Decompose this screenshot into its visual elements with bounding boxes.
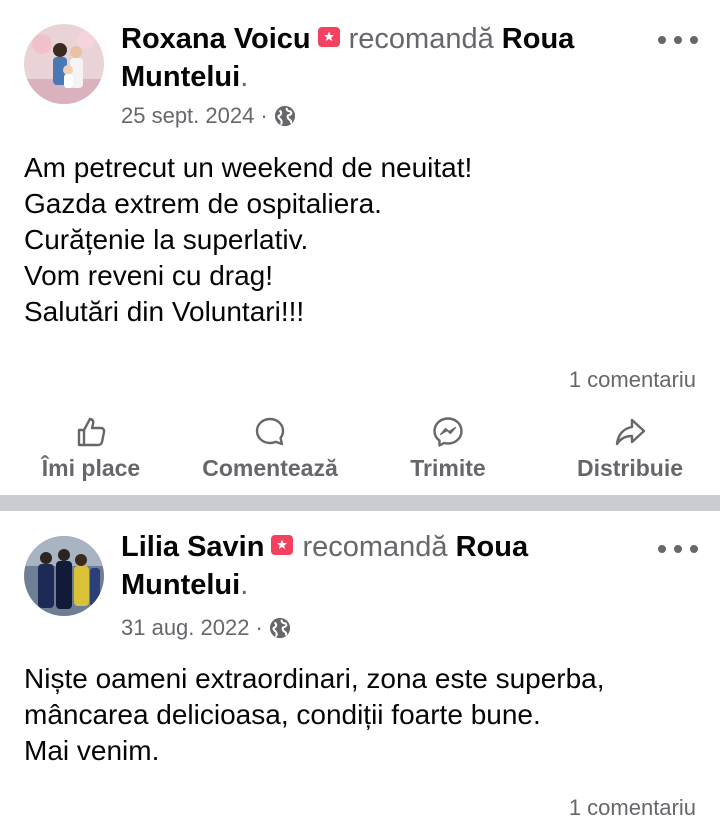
post-meta: 31 aug. 2022 · — [121, 615, 291, 641]
body-line: Niște oameni extraordinari, zona este su… — [24, 663, 605, 694]
globe-icon — [269, 617, 290, 639]
like-button[interactable]: Îmi place — [36, 415, 146, 482]
avatar[interactable] — [24, 24, 104, 104]
share-label: Distribuie — [576, 455, 684, 481]
page-name-cont[interactable]: Muntelui — [121, 61, 240, 93]
comment-button[interactable]: Comentează — [195, 415, 345, 482]
recommend-verb: recomandă — [348, 23, 494, 55]
post-header: Lilia Savin recomandă Roua Muntelui. — [121, 528, 651, 604]
recommend-icon — [317, 27, 340, 47]
body-line: Gazda extrem de ospitaliera. — [24, 188, 382, 219]
post-card: Lilia Savin recomandă Roua Muntelui. 31 au… — [0, 511, 720, 838]
body-line: Salutări din Voluntari!!! — [24, 296, 305, 327]
share-button[interactable]: Distribuie — [569, 415, 691, 482]
post-body: Am petrecut un weekend de neuitat! Gazda… — [24, 150, 700, 330]
avatar[interactable] — [24, 536, 104, 616]
meta-separator: · — [260, 103, 268, 128]
comment-label: Comentează — [202, 455, 338, 481]
recommend-verb: recomandă — [302, 531, 448, 563]
page-name[interactable]: Roua — [502, 23, 575, 55]
more-options-icon[interactable] — [658, 543, 698, 555]
more-options-icon[interactable] — [658, 34, 698, 46]
post-meta: 25 sept. 2024 · — [121, 103, 296, 129]
body-line: mâncarea delicioasa, condiții foarte bun… — [24, 699, 541, 730]
comment-count[interactable]: 1 comentariu — [569, 795, 696, 821]
messenger-icon — [433, 417, 463, 447]
feed-separator — [0, 495, 720, 511]
body-line: Vom reveni cu drag! — [24, 260, 274, 291]
post-card: Roxana Voicu recomandă Roua Muntelui. 25 s… — [0, 0, 720, 495]
page-name[interactable]: Roua — [456, 531, 529, 563]
comment-count[interactable]: 1 comentariu — [569, 367, 696, 393]
body-line: Mai venim. — [24, 735, 160, 766]
thumbs-up-icon — [77, 417, 106, 447]
post-date[interactable]: 25 sept. 2024 — [121, 103, 254, 129]
post-date[interactable]: 31 aug. 2022 — [121, 615, 249, 641]
send-button[interactable]: Trimite — [398, 415, 498, 482]
like-label: Îmi place — [41, 455, 141, 481]
body-line: Am petrecut un weekend de neuitat! — [24, 152, 473, 183]
page-name-cont[interactable]: Muntelui — [121, 569, 240, 601]
globe-icon — [274, 105, 295, 127]
share-arrow-icon — [615, 418, 646, 446]
send-label: Trimite — [410, 455, 486, 481]
end-dot: . — [240, 61, 249, 93]
post-body: Niște oameni extraordinari, zona este su… — [24, 661, 700, 769]
author-name[interactable]: Roxana Voicu — [121, 23, 311, 55]
meta-separator: · — [255, 615, 263, 640]
author-name[interactable]: Lilia Savin — [121, 531, 264, 563]
action-bar: Îmi place Comentează Trimite Distribuie — [0, 415, 720, 485]
comment-bubble-icon — [255, 417, 285, 446]
body-line: Curățenie la superlativ. — [24, 224, 309, 255]
post-header: Roxana Voicu recomandă Roua Muntelui. — [121, 20, 651, 96]
recommend-icon — [271, 535, 294, 555]
end-dot: . — [240, 569, 249, 601]
